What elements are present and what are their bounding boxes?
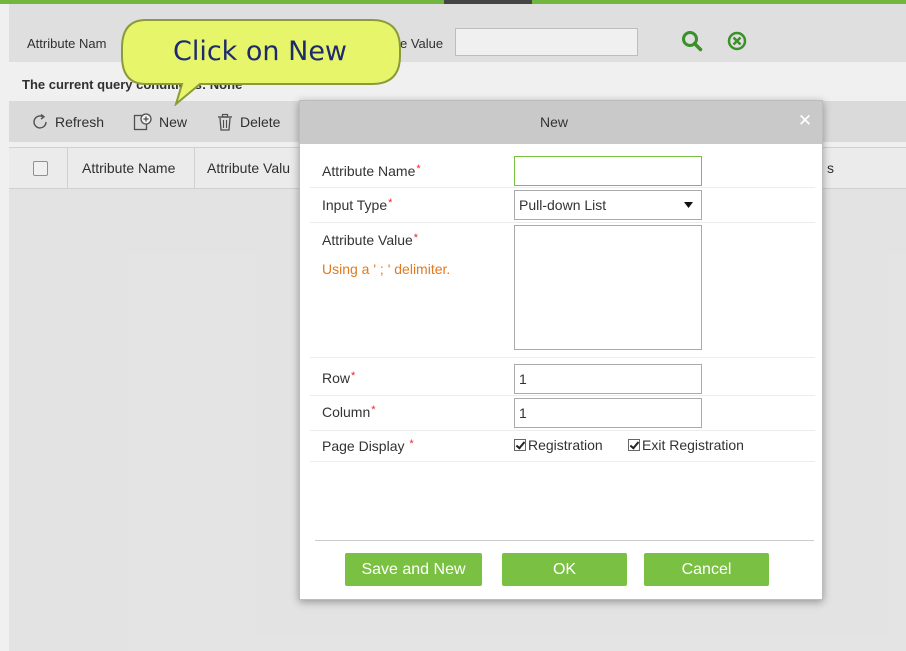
input-type-label: Input Type* — [322, 197, 393, 213]
attribute-value-textarea[interactable] — [514, 225, 702, 350]
column-label: Column* — [322, 404, 376, 420]
required-mark: * — [416, 163, 421, 175]
input-type-select[interactable]: Pull-down List — [514, 190, 702, 220]
footer-divider — [315, 540, 814, 541]
save-and-new-button[interactable]: Save and New — [345, 553, 482, 586]
required-mark: * — [351, 370, 356, 382]
attribute-name-input[interactable] — [514, 156, 702, 186]
row-divider — [310, 357, 815, 358]
row-divider — [310, 187, 815, 188]
attribute-value-label: Attribute Value* — [322, 232, 419, 248]
input-type-value: Pull-down List — [519, 197, 607, 213]
column-input[interactable]: 1 — [514, 398, 702, 428]
attribute-name-label: Attribute Name* — [322, 163, 421, 179]
new-attribute-dialog: New ✕ Attribute Name* Input Type* Pull-d… — [299, 100, 823, 600]
callout: Click on New — [125, 20, 395, 84]
dropdown-arrow-icon — [684, 202, 693, 208]
required-mark: * — [388, 197, 393, 209]
row-divider — [310, 222, 815, 223]
callout-text: Click on New — [172, 36, 348, 67]
row-divider — [310, 430, 815, 431]
required-mark: * — [413, 232, 419, 244]
ok-button[interactable]: OK — [502, 553, 627, 586]
registration-label: Registration — [528, 437, 603, 453]
row-input[interactable]: 1 — [514, 364, 702, 394]
checkbox-checked[interactable] — [514, 439, 526, 451]
close-icon[interactable]: ✕ — [797, 112, 813, 129]
exit-registration-label: Exit Registration — [642, 437, 744, 453]
cancel-button[interactable]: Cancel — [644, 553, 769, 586]
checkbox-checked[interactable] — [628, 439, 640, 451]
row-divider — [310, 461, 815, 462]
row-divider — [310, 395, 815, 396]
required-mark: * — [409, 438, 414, 450]
page-display-label: Page Display * — [322, 438, 414, 454]
registration-checkbox[interactable]: Registration — [514, 437, 603, 453]
dialog-header: New ✕ — [300, 101, 822, 144]
exit-registration-checkbox[interactable]: Exit Registration — [628, 437, 744, 453]
required-mark: * — [371, 404, 376, 416]
row-label: Row* — [322, 370, 356, 386]
delimiter-hint: Using a ' ; ' delimiter. — [322, 261, 451, 277]
dialog-title: New — [539, 114, 568, 130]
